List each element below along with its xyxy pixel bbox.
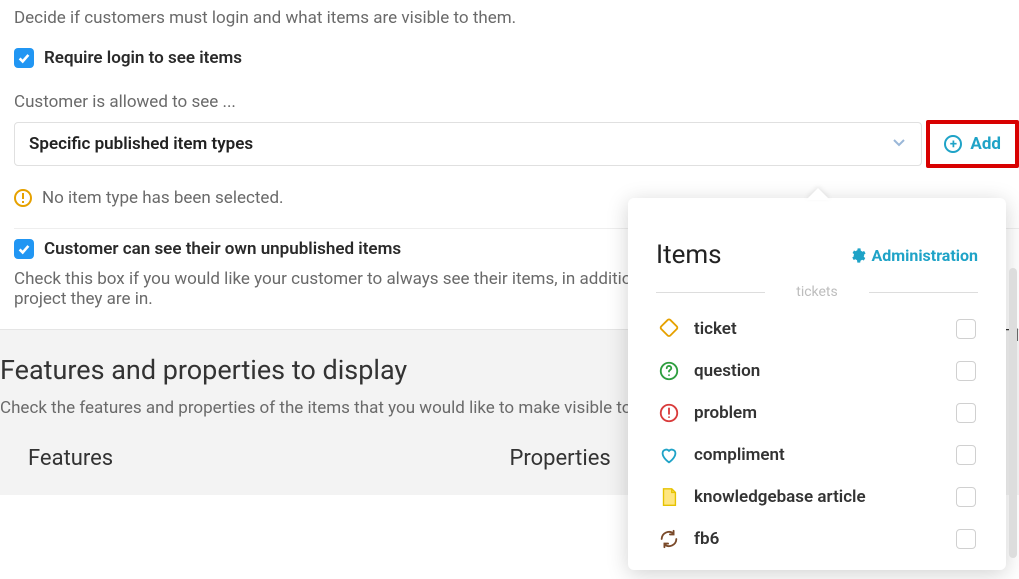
- item-checkbox[interactable]: [956, 319, 976, 339]
- item-row-question[interactable]: question: [656, 350, 978, 392]
- allowed-see-label: Customer is allowed to see ...: [14, 92, 1019, 112]
- item-label: ticket: [694, 319, 942, 339]
- intro-text: Decide if customers must login and what …: [14, 8, 1019, 28]
- item-checkbox[interactable]: [956, 403, 976, 423]
- item-row-fb6[interactable]: fb6: [656, 518, 978, 560]
- item-row-ticket[interactable]: ticket: [656, 308, 978, 350]
- item-label: question: [694, 361, 942, 381]
- item-label: problem: [694, 403, 942, 423]
- ticket-icon: [658, 318, 680, 340]
- checkbox-checked-icon: [14, 239, 34, 259]
- add-label: Add: [970, 134, 1001, 154]
- popover-title: Items: [656, 240, 722, 270]
- item-label: knowledgebase article: [694, 487, 942, 507]
- plus-circle-icon: +: [944, 135, 962, 153]
- item-checkbox[interactable]: [956, 445, 976, 465]
- item-row-kb[interactable]: knowledgebase article: [656, 476, 978, 518]
- warning-icon: [14, 189, 32, 207]
- item-type-select[interactable]: Specific published item types: [14, 122, 922, 166]
- sync-icon: [658, 528, 680, 550]
- problem-icon: [658, 402, 680, 424]
- features-col-header: Features: [0, 446, 510, 471]
- gear-icon: [849, 247, 866, 264]
- scrollbar[interactable]: [1009, 268, 1017, 558]
- item-label: compliment: [694, 445, 942, 465]
- select-value: Specific published item types: [29, 134, 253, 154]
- item-label: fb6: [694, 529, 942, 549]
- item-checkbox[interactable]: [956, 361, 976, 381]
- item-row-problem[interactable]: problem: [656, 392, 978, 434]
- item-checkbox[interactable]: [956, 529, 976, 549]
- question-icon: [658, 360, 680, 382]
- require-login-label: Require login to see items: [44, 48, 242, 68]
- administration-link[interactable]: Administration: [849, 246, 979, 265]
- require-login-row[interactable]: Require login to see items: [14, 48, 1019, 68]
- popover-caret: [806, 188, 830, 200]
- item-checkbox[interactable]: [956, 487, 976, 507]
- warning-text: No item type has been selected.: [42, 188, 284, 208]
- kb-icon: [658, 486, 680, 508]
- administration-label: Administration: [872, 246, 979, 265]
- compliment-icon: [658, 444, 680, 466]
- item-row-compliment[interactable]: compliment: [656, 434, 978, 476]
- chevron-down-icon: [891, 134, 907, 155]
- own-items-label: Customer can see their own unpublished i…: [44, 239, 401, 259]
- group-divider: tickets: [656, 284, 978, 300]
- add-button[interactable]: + Add: [926, 120, 1019, 168]
- checkbox-checked-icon: [14, 48, 34, 68]
- items-popover: Items Administration tickets ticket ques…: [628, 198, 1006, 570]
